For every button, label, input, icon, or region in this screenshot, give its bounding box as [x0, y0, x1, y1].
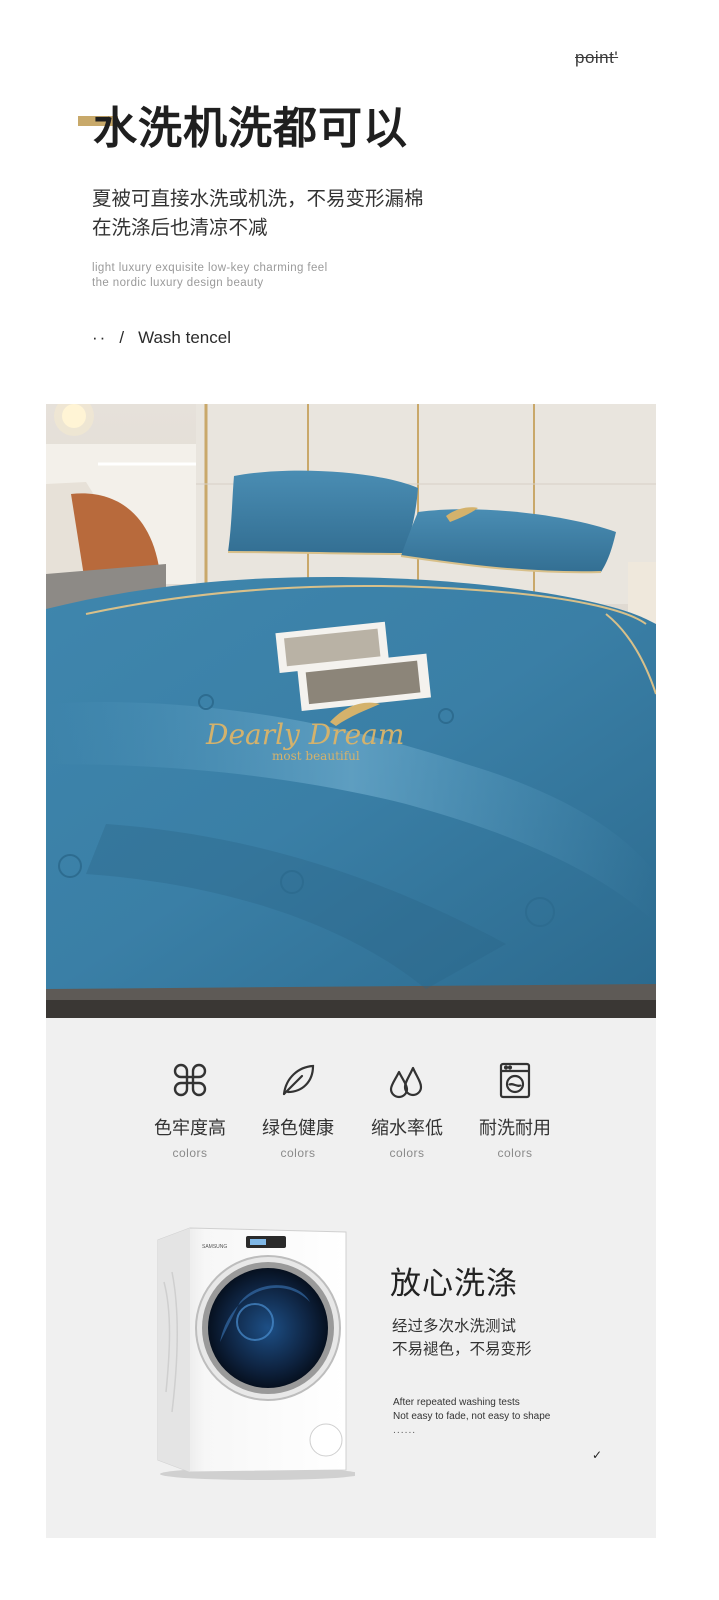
- breadcrumb-slash: /: [119, 328, 125, 347]
- english-line-1: light luxury exquisite low-key charming …: [92, 262, 328, 274]
- care-english: After repeated washing tests Not easy to…: [393, 1396, 550, 1424]
- feature-colorfast: 色牢度高 colors: [140, 1060, 240, 1160]
- feature-label: 绿色健康: [262, 1118, 334, 1139]
- description-line-2: 在洗涤后也清凉不减: [92, 216, 268, 239]
- point-tag: point': [575, 48, 619, 67]
- feature-sublabel: colors: [497, 1146, 533, 1160]
- embroidery-subtext: most beautiful: [272, 749, 360, 763]
- feature-sublabel: colors: [389, 1146, 425, 1160]
- care-english-line-1: After repeated washing tests: [393, 1397, 520, 1408]
- breadcrumb-dots: ··: [92, 328, 108, 347]
- breadcrumb-label: Wash tencel: [138, 328, 231, 347]
- feature-low-shrink: 缩水率低 colors: [357, 1060, 457, 1160]
- water-drops-icon: [389, 1066, 423, 1099]
- washing-machine-illustration: SAMSUNG: [150, 1222, 360, 1486]
- washing-machine-image: SAMSUNG: [157, 1227, 360, 1480]
- english-line-2: the nordic luxury design beauty: [92, 277, 264, 289]
- care-dots: ......: [393, 1426, 417, 1436]
- breadcrumb: ·· / Wash tencel: [92, 328, 231, 348]
- feature-sublabel: colors: [172, 1146, 208, 1160]
- check-mark-icon: ✓: [592, 1448, 603, 1462]
- leaf-icon: [282, 1064, 315, 1096]
- washing-machine-icon: [499, 1062, 531, 1099]
- english-description: light luxury exquisite low-key charming …: [92, 261, 328, 291]
- embroidery-script: Dearly Dream: [205, 718, 404, 751]
- feature-label: 缩水率低: [371, 1118, 443, 1139]
- svg-text:SAMSUNG: SAMSUNG: [202, 1244, 227, 1250]
- feature-label: 色牢度高: [154, 1118, 226, 1139]
- care-line-2: 不易褪色，不易变形: [392, 1340, 532, 1358]
- description: 夏被可直接水洗或机洗，不易变形漏棉 在洗涤后也清凉不减: [92, 184, 424, 242]
- feature-durable: 耐洗耐用 colors: [465, 1060, 565, 1160]
- care-line-1: 经过多次水洗测试: [392, 1317, 517, 1335]
- feature-green-health: 绿色健康 colors: [248, 1060, 348, 1160]
- description-line-1: 夏被可直接水洗或机洗，不易变形漏棉: [92, 187, 424, 210]
- care-english-line-2: Not easy to fade, not easy to shape: [393, 1411, 551, 1422]
- bedding-photo: Dearly Dream most beautiful: [46, 404, 656, 1018]
- clover-icon: [173, 1063, 207, 1097]
- care-description: 经过多次水洗测试 不易褪色，不易变形: [392, 1315, 532, 1361]
- page-title: 水洗机洗都可以: [93, 103, 408, 154]
- feature-label: 耐洗耐用: [479, 1118, 551, 1139]
- feature-sublabel: colors: [280, 1146, 316, 1160]
- bedding-illustration: Dearly Dream most beautiful: [46, 404, 656, 1018]
- care-title: 放心洗涤: [390, 1266, 518, 1302]
